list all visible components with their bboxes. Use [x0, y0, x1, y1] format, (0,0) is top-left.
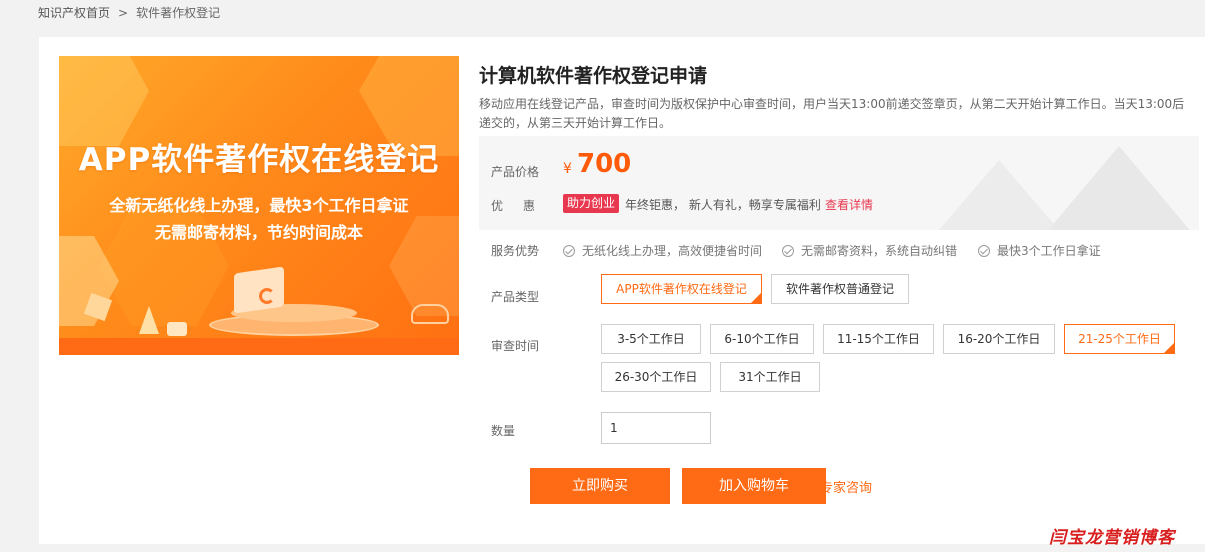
product-title: 计算机软件著作权登记申请	[479, 65, 708, 87]
review-time-option-selected[interactable]: 21-25个工作日	[1064, 324, 1175, 354]
banner-cone-icon	[139, 306, 159, 334]
promo-text: 年终钜惠， 新人有礼，畅享专属福利	[625, 198, 821, 212]
review-time-option[interactable]: 26-30个工作日	[601, 362, 711, 392]
advantage-text: 最快3个工作日拿证	[997, 244, 1101, 258]
banner-floor	[59, 338, 459, 355]
review-time-option[interactable]: 3-5个工作日	[601, 324, 701, 354]
promo-badge: 助力创业	[563, 194, 620, 213]
buy-now-button[interactable]: 立即购买	[530, 468, 670, 504]
expert-consult-link[interactable]: 专家咨询	[799, 475, 873, 496]
price-currency: ¥	[563, 161, 572, 177]
product-info: 计算机软件著作权登记申请 移动应用在线登记产品，审查时间为版权保护中心审查时间，…	[479, 61, 1201, 133]
promo-details-link[interactable]: 查看详情	[825, 196, 873, 213]
product-card: APP软件著作权在线登记 全新无纸化线上办理，最快3个工作日拿证 无需邮寄材料，…	[39, 37, 1205, 544]
product-banner-image: APP软件著作权在线登记 全新无纸化线上办理，最快3个工作日拿证 无需邮寄材料，…	[59, 56, 459, 355]
banner-copyright-icon	[259, 288, 275, 304]
product-type-label: 产品类型	[491, 290, 540, 304]
chat-bubble-icon	[799, 475, 816, 494]
banner-decor-hexagon	[59, 56, 149, 146]
banner-device-icon	[234, 266, 284, 314]
price-panel: 产品价格 ¥ 700 优惠 助力创业 年终钜惠， 新人有礼，畅享专属福利 查看详…	[479, 136, 1199, 230]
check-circle-icon	[563, 244, 575, 257]
banner-subtitle-line1: 全新无纸化线上办理，最快3个工作日拿证	[109, 196, 409, 215]
review-time-option[interactable]: 11-15个工作日	[823, 324, 934, 354]
quantity-input[interactable]: 1	[601, 412, 711, 444]
advantage-item: 最快3个工作日拿证	[978, 242, 1101, 259]
product-type-option-normal[interactable]: 软件著作权普通登记	[771, 274, 909, 304]
banner-cylinder-icon	[167, 322, 187, 336]
product-description: 移动应用在线登记产品，审查时间为版权保护中心审查时间，用户当天13:00前递交签…	[479, 97, 1185, 130]
banner-title: APP软件著作权在线登记	[78, 142, 440, 178]
promo-label: 优惠	[491, 199, 556, 213]
watermark: 闫宝龙营销博客	[1049, 528, 1175, 548]
review-time-label: 审查时间	[491, 339, 540, 353]
advantage-text: 无纸化线上办理，高效便捷省时间	[582, 244, 763, 258]
breadcrumb-current: 软件著作权登记	[136, 6, 221, 20]
review-time-option[interactable]: 31个工作日	[720, 362, 820, 392]
banner-subtitle-line2: 无需邮寄材料，节约时间成本	[154, 223, 363, 242]
price-value: 700	[577, 149, 632, 179]
breadcrumb-home-link[interactable]: 知识产权首页	[38, 4, 110, 21]
check-circle-icon	[978, 244, 990, 257]
advantage-item: 无需邮寄资料，系统自动纠错	[782, 242, 957, 259]
breadcrumb-separator: >	[118, 5, 129, 20]
advantage-item: 无纸化线上办理，高效便捷省时间	[563, 242, 762, 259]
price-label: 产品价格	[491, 165, 540, 179]
banner-cloud-icon	[411, 304, 449, 324]
product-type-option-app[interactable]: APP软件著作权在线登记	[601, 274, 762, 304]
check-circle-icon	[782, 244, 794, 257]
advantages-label: 服务优势	[491, 244, 540, 258]
advantage-text: 无需邮寄资料，系统自动纠错	[801, 244, 958, 258]
review-time-option[interactable]: 16-20个工作日	[943, 324, 1055, 354]
review-time-option[interactable]: 6-10个工作日	[710, 324, 814, 354]
breadcrumb: 知识产权首页 > 软件著作权登记	[38, 4, 220, 21]
quantity-label: 数量	[491, 424, 516, 438]
price-panel-decor	[1039, 146, 1199, 230]
expert-consult-label: 专家咨询	[820, 481, 873, 496]
